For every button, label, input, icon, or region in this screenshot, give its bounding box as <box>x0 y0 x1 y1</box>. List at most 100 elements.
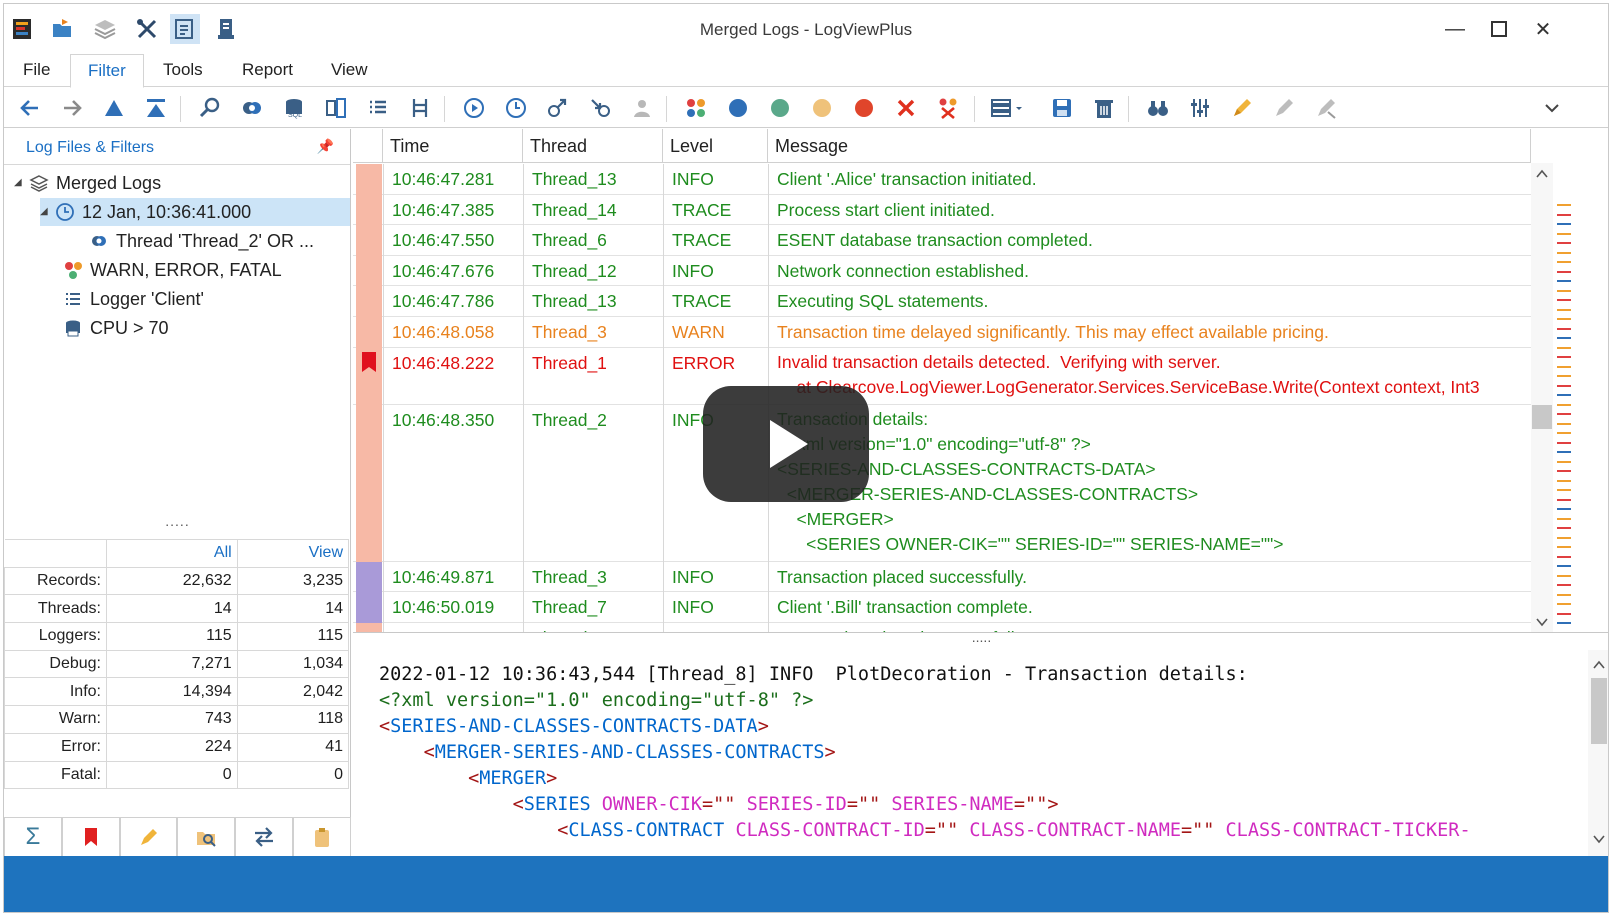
tab-clipboard[interactable] <box>293 817 351 857</box>
clear-filters-icon[interactable] <box>934 94 962 122</box>
triangle-up-icon[interactable] <box>100 94 128 122</box>
import-icon[interactable] <box>586 94 614 122</box>
thread-filter-icon[interactable] <box>238 94 266 122</box>
table-row[interactable]: 10:46:47.281 Thread_13 INFO Client '.Alice'… <box>353 164 1531 196</box>
row-marker[interactable] <box>356 317 382 349</box>
column-header-thread[interactable]: Thread <box>523 129 663 163</box>
table-row[interactable]: 10:46:50.019 Thread_7 INFO Client '.Bill' t… <box>353 592 1531 624</box>
table-row[interactable]: 10:46:48.058 Thread_3 WARN Transaction time… <box>353 317 1531 349</box>
pin-icon[interactable]: 📌 <box>317 138 334 155</box>
tab-bookmarks[interactable] <box>61 817 120 857</box>
table-row[interactable]: 10:46:47.786 Thread_13 TRACE Executing SQL … <box>353 286 1531 318</box>
stats-view: 14 <box>236 594 350 624</box>
play-icon[interactable] <box>460 94 488 122</box>
table-row[interactable]: 10:46:48.222 Thread_1 ERROR Invalid transac… <box>353 347 1531 406</box>
cell-message: Network connection established. <box>768 255 1531 287</box>
tab-highlights[interactable] <box>119 817 178 857</box>
pane-splitter[interactable]: ..... <box>353 629 1608 650</box>
list-icon[interactable] <box>364 94 392 122</box>
tree-item-level-filter[interactable]: WARN, ERROR, FATAL <box>62 256 282 284</box>
tab-statistics[interactable]: Σ <box>4 817 62 857</box>
tree-item-sql-filter[interactable]: CPU > 70 <box>62 314 169 342</box>
column-header-message[interactable]: Message <box>768 129 1531 163</box>
trash-icon[interactable] <box>1090 94 1118 122</box>
person-icon[interactable] <box>628 94 656 122</box>
pencil-remove-icon[interactable] <box>1312 94 1340 122</box>
tree-item-merged-logs[interactable]: ◢ Merged Logs <box>14 169 161 197</box>
tab-report[interactable]: Report <box>225 54 310 88</box>
detail-scrollbar[interactable] <box>1588 650 1608 856</box>
column-header-level[interactable]: Level <box>663 129 768 163</box>
row-marker[interactable] <box>356 255 382 288</box>
row-marker[interactable] <box>356 164 382 196</box>
grid-scrollbar[interactable] <box>1531 163 1553 632</box>
tree-item-time-filter[interactable]: ◢ 12 Jan, 10:36:41.000 <box>40 198 350 226</box>
export-icon[interactable] <box>544 94 572 122</box>
tab-filter[interactable]: Filter <box>70 54 144 88</box>
expand-triangle-icon[interactable]: ◢ <box>40 198 54 226</box>
green-dot-icon[interactable] <box>766 94 794 122</box>
sql-icon[interactable]: SQL <box>280 94 308 122</box>
tree-item-thread-filter[interactable]: Thread 'Thread_2' OR ... <box>88 227 314 255</box>
table-row[interactable]: 10:46:51.276Thread_2INFOTransaction plac… <box>353 622 1531 632</box>
table-row[interactable]: 10:46:49.871 Thread_3 INFO Transaction plac… <box>353 561 1531 594</box>
back-icon[interactable] <box>16 94 44 122</box>
blue-dot-icon[interactable] <box>724 94 752 122</box>
cell-level: TRACE <box>663 286 768 317</box>
row-marker[interactable] <box>356 286 382 318</box>
chevron-down-icon[interactable] <box>1538 94 1566 122</box>
multi-dot-icon[interactable] <box>682 94 710 122</box>
triangle-top-icon[interactable] <box>142 94 170 122</box>
binoculars-icon[interactable] <box>1144 94 1172 122</box>
expand-triangle-icon[interactable]: ◢ <box>14 169 28 197</box>
video-play-button[interactable] <box>703 386 869 502</box>
minimap-mark <box>1557 451 1571 453</box>
tab-tools[interactable]: Tools <box>146 54 220 88</box>
table-row[interactable]: 10:46:47.676 Thread_12 INFO Network connect… <box>353 255 1531 288</box>
row-marker[interactable] <box>356 225 382 257</box>
table-row[interactable]: 10:46:47.385 Thread_14 TRACE Process start … <box>353 194 1531 227</box>
row-marker[interactable] <box>356 404 382 563</box>
merge-icon[interactable] <box>406 94 434 122</box>
search-icon[interactable] <box>196 94 224 122</box>
cell-time: 10:46:48.222 <box>383 347 523 405</box>
yellow-dot-icon[interactable] <box>808 94 836 122</box>
stats-row: Fatal: 0 0 <box>4 760 350 790</box>
tab-search[interactable] <box>177 817 236 857</box>
stats-corner <box>4 539 107 568</box>
pencil-icon[interactable] <box>1228 94 1256 122</box>
list-dropdown-icon[interactable] <box>990 94 1026 122</box>
columns-icon[interactable] <box>322 94 350 122</box>
row-marker[interactable] <box>356 622 382 632</box>
save-icon[interactable] <box>1048 94 1076 122</box>
tab-compare[interactable] <box>235 817 294 857</box>
minimap-mark <box>1557 308 1571 311</box>
row-marker[interactable] <box>356 194 382 227</box>
tab-file[interactable]: File <box>6 54 67 88</box>
sliders-icon[interactable] <box>1186 94 1214 122</box>
red-dot-icon[interactable] <box>850 94 878 122</box>
row-marker[interactable] <box>356 592 382 624</box>
stats-table: All View Records: 22,632 3,235 Threads: 14 1… <box>4 539 350 790</box>
close-button[interactable]: ✕ <box>1528 16 1558 42</box>
column-header-time[interactable]: Time <box>383 129 523 163</box>
cell-thread: Thread_7 <box>523 592 663 623</box>
splitter-grip[interactable]: ..... <box>4 513 351 529</box>
pencil-add-icon[interactable] <box>1270 94 1298 122</box>
minimize-button[interactable]: — <box>1440 16 1470 42</box>
log-minimap[interactable] <box>1555 164 1573 632</box>
red-x-icon[interactable] <box>892 94 920 122</box>
splitter-grip[interactable]: ..... <box>972 629 991 645</box>
forward-icon[interactable] <box>58 94 86 122</box>
marker-column-header[interactable] <box>353 129 383 163</box>
message-detail-pane: 2022-01-12 10:36:43,544 [Thread_8] INFO … <box>353 650 1608 856</box>
row-marker[interactable] <box>356 561 382 594</box>
tab-view[interactable]: View <box>314 54 385 88</box>
table-row[interactable]: 10:46:47.550 Thread_6 TRACE ESENT database … <box>353 225 1531 257</box>
tree-item-logger-filter[interactable]: Logger 'Client' <box>62 285 204 313</box>
row-marker[interactable] <box>356 347 382 406</box>
stats-label: Threads: <box>4 594 107 624</box>
table-row[interactable]: 10:46:48.350Thread_2INFOTransaction deta… <box>353 404 1531 563</box>
maximize-button[interactable] <box>1484 16 1514 42</box>
clock-icon[interactable] <box>502 94 530 122</box>
